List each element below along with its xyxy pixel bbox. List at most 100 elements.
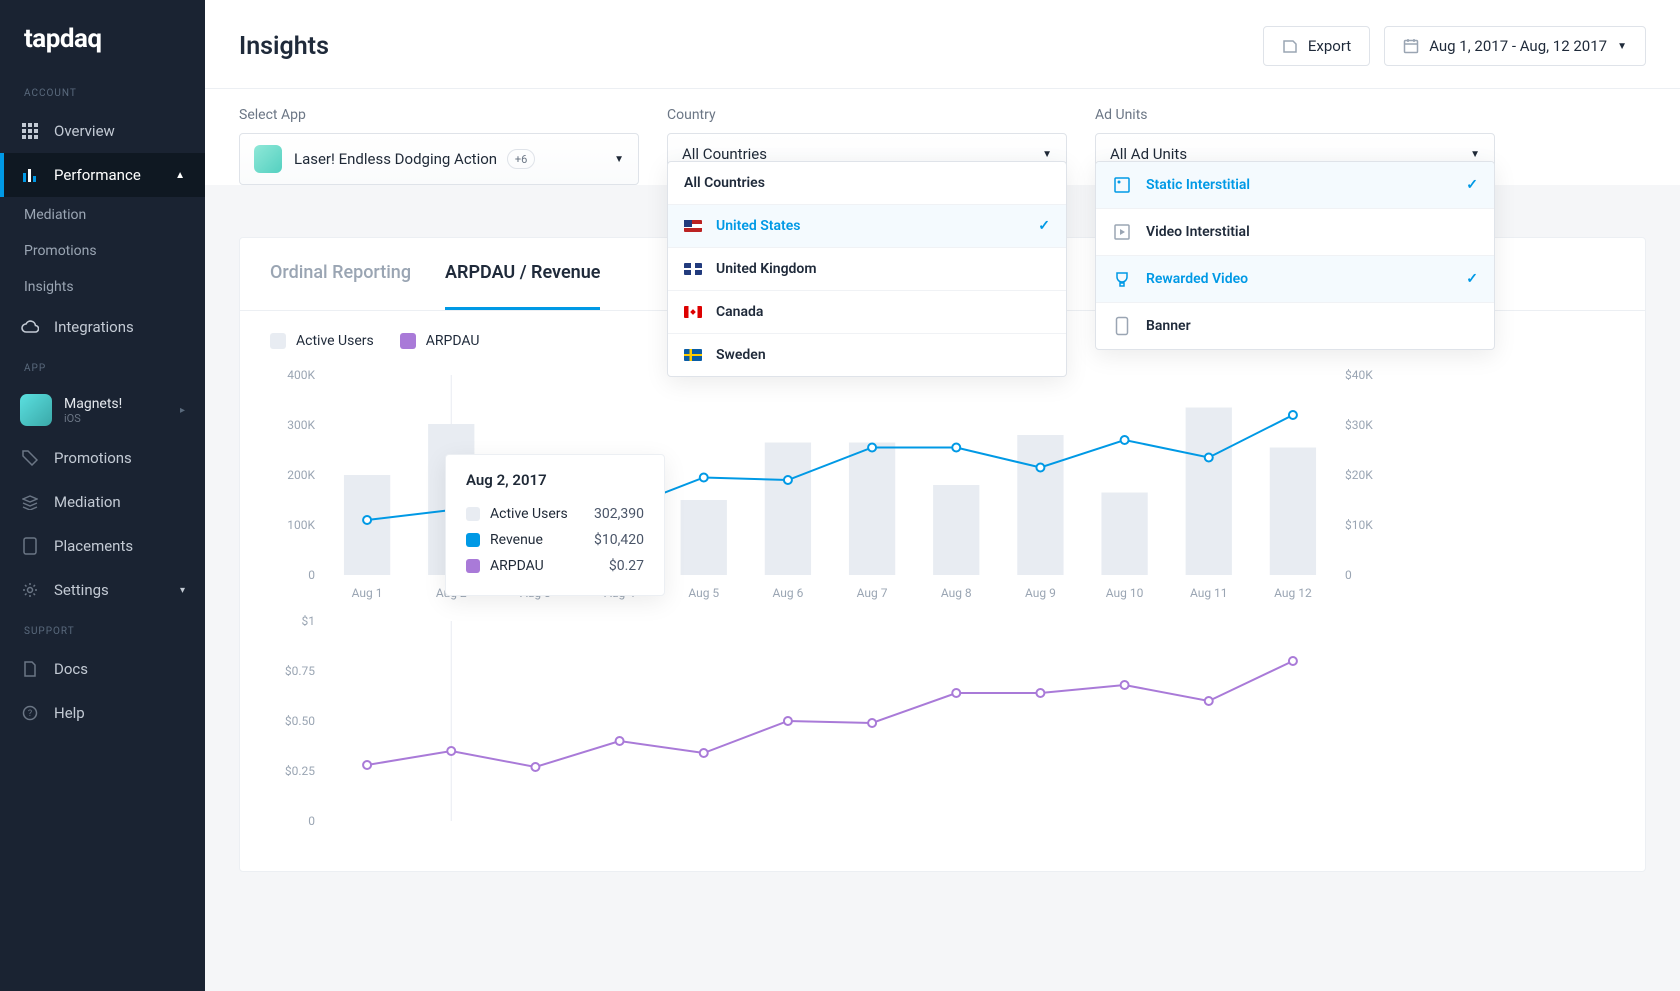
app-select[interactable]: Laser! Endless Dodging Action +6 ▼ xyxy=(239,133,639,185)
cloud-icon xyxy=(20,317,40,337)
svg-text:Aug 1: Aug 1 xyxy=(352,586,383,600)
sidebar-item-promotions[interactable]: Promotions xyxy=(0,436,205,480)
svg-text:0: 0 xyxy=(1345,568,1352,582)
svg-text:$1: $1 xyxy=(302,614,316,628)
svg-text:Aug 8: Aug 8 xyxy=(941,586,972,600)
topbar: Insights Export Aug 1, 2017 - Aug, 12 20… xyxy=(205,0,1680,88)
grid-icon xyxy=(20,121,40,141)
country-option-all[interactable]: All Countries xyxy=(668,162,1066,204)
gear-icon xyxy=(20,580,40,600)
sidebar-item-performance[interactable]: Performance ▲ xyxy=(0,153,205,197)
sidebar-item-label: Promotions xyxy=(54,449,132,467)
check-icon: ✓ xyxy=(1466,271,1478,287)
legend-item-arpdau: ARPDAU xyxy=(400,333,480,349)
app-select-value: Laser! Endless Dodging Action xyxy=(294,150,497,168)
svg-text:$30K: $30K xyxy=(1345,418,1373,432)
chevron-down-icon: ▼ xyxy=(614,154,624,165)
country-option-label: Sweden xyxy=(716,347,766,363)
adunit-option-video[interactable]: Video Interstitial xyxy=(1096,208,1494,255)
adunit-option-static[interactable]: Static Interstitial ✓ xyxy=(1096,162,1494,208)
svg-text:$0.25: $0.25 xyxy=(285,764,315,778)
sidebar-item-settings[interactable]: Settings ▾ xyxy=(0,568,205,612)
sidebar-sub-insights[interactable]: Insights xyxy=(0,269,205,305)
adunit-option-banner[interactable]: Banner xyxy=(1096,302,1494,349)
sidebar-item-label: Integrations xyxy=(54,318,134,336)
flag-us-icon xyxy=(684,220,702,232)
check-icon: ✓ xyxy=(1038,218,1050,234)
sidebar-item-help[interactable]: ? Help xyxy=(0,691,205,735)
tab-arpdau[interactable]: ARPDAU / Revenue xyxy=(445,238,600,310)
app-name: Magnets! xyxy=(64,396,122,412)
chart-bottom: 0$0.25$0.50$0.75$1 xyxy=(240,605,1645,841)
export-button[interactable]: Export xyxy=(1263,26,1370,66)
svg-text:?: ? xyxy=(28,709,32,719)
svg-text:400K: 400K xyxy=(287,368,315,382)
app-selector[interactable]: Magnets! iOS ▸ xyxy=(0,384,205,436)
chevron-down-icon: ▼ xyxy=(1470,149,1480,160)
sidebar-item-label: Performance xyxy=(54,166,141,184)
svg-text:Aug 11: Aug 11 xyxy=(1190,586,1228,600)
country-option-uk[interactable]: United Kingdom xyxy=(668,247,1066,290)
svg-text:Aug 9: Aug 9 xyxy=(1025,586,1056,600)
filter-label-app: Select App xyxy=(239,107,639,123)
svg-text:300K: 300K xyxy=(287,418,315,432)
chart-arpdau: 0$0.25$0.50$0.75$1 xyxy=(270,611,1390,841)
export-icon xyxy=(1282,38,1298,54)
tooltip-value: 302,390 xyxy=(594,506,644,522)
sidebar-sub-promotions[interactable]: Promotions xyxy=(0,233,205,269)
chart-top: 0100K200K300K400K0$10K$20K$30K$40KAug 1A… xyxy=(240,359,1645,605)
sidebar-item-overview[interactable]: Overview xyxy=(0,109,205,153)
tab-ordinal[interactable]: Ordinal Reporting xyxy=(270,238,411,310)
svg-text:Aug 6: Aug 6 xyxy=(772,586,803,600)
flag-se-icon xyxy=(684,349,702,361)
tooltip-label: Active Users xyxy=(490,506,568,522)
app-count-badge: +6 xyxy=(507,149,535,169)
tooltip-label: Revenue xyxy=(490,532,543,548)
sidebar: tapdaq ACCOUNT Overview Performance ▲ Me… xyxy=(0,0,205,991)
country-option-label: United States xyxy=(716,218,800,234)
svg-text:Aug 10: Aug 10 xyxy=(1106,586,1144,600)
chevron-right-icon: ▸ xyxy=(180,405,185,416)
date-range-label: Aug 1, 2017 - Aug, 12 2017 xyxy=(1429,37,1607,55)
adunit-option-label: Rewarded Video xyxy=(1146,271,1248,287)
section-heading-account: ACCOUNT xyxy=(0,74,205,109)
svg-text:0: 0 xyxy=(308,568,315,582)
chevron-up-icon: ▲ xyxy=(175,170,185,181)
country-option-label: Canada xyxy=(716,304,763,320)
country-dropdown: All Countries United States ✓ United Kin… xyxy=(667,161,1067,377)
bars-icon xyxy=(20,165,40,185)
brand-logo: tapdaq xyxy=(0,0,205,74)
country-option-label: United Kingdom xyxy=(716,261,817,277)
svg-text:Aug 5: Aug 5 xyxy=(688,586,719,600)
country-option-se[interactable]: Sweden xyxy=(668,333,1066,376)
app-platform: iOS xyxy=(64,412,122,425)
country-option-us[interactable]: United States ✓ xyxy=(668,204,1066,247)
sidebar-sub-mediation[interactable]: Mediation xyxy=(0,197,205,233)
section-heading-app: APP xyxy=(0,349,205,384)
tooltip-value: $10,420 xyxy=(594,532,644,548)
doc-icon xyxy=(20,659,40,679)
sidebar-item-label: Overview xyxy=(54,122,115,140)
chart-tooltip: Aug 2, 2017 Active Users 302,390 Revenue $… xyxy=(445,454,665,596)
country-option-ca[interactable]: Canada xyxy=(668,290,1066,333)
tooltip-value: $0.27 xyxy=(609,558,644,574)
date-range-button[interactable]: Aug 1, 2017 - Aug, 12 2017 ▼ xyxy=(1384,26,1646,66)
sidebar-item-docs[interactable]: Docs xyxy=(0,647,205,691)
sidebar-item-placements[interactable]: Placements xyxy=(0,524,205,568)
sidebar-item-integrations[interactable]: Integrations xyxy=(0,305,205,349)
svg-text:0: 0 xyxy=(308,814,315,828)
sidebar-item-label: Settings xyxy=(54,581,109,599)
chart-users-revenue: 0100K200K300K400K0$10K$20K$30K$40KAug 1A… xyxy=(270,365,1390,605)
calendar-icon xyxy=(1403,38,1419,54)
svg-text:$40K: $40K xyxy=(1345,368,1373,382)
filter-label-country: Country xyxy=(667,107,1067,123)
tooltip-date: Aug 2, 2017 xyxy=(466,471,644,489)
layers-icon xyxy=(20,492,40,512)
image-icon xyxy=(1112,175,1132,195)
adunit-option-rewarded[interactable]: Rewarded Video ✓ xyxy=(1096,255,1494,302)
filter-label-adunits: Ad Units xyxy=(1095,107,1495,123)
sidebar-item-mediation[interactable]: Mediation xyxy=(0,480,205,524)
legend-item-users: Active Users xyxy=(270,333,374,349)
flag-ca-icon xyxy=(684,306,702,318)
help-icon: ? xyxy=(20,703,40,723)
